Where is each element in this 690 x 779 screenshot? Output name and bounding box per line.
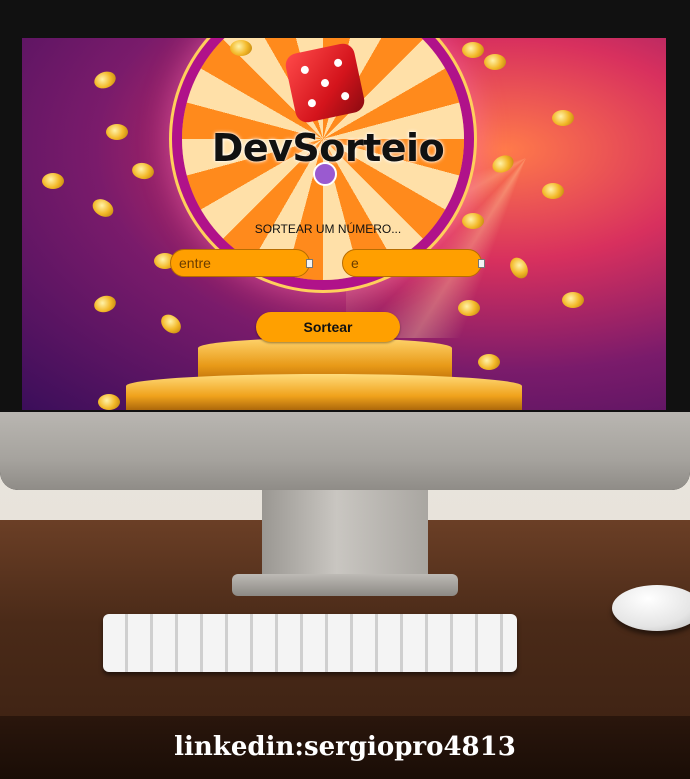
- coin-icon: [42, 173, 64, 189]
- podium-base: [126, 374, 522, 410]
- coin-icon: [478, 354, 500, 370]
- draw-button[interactable]: Sortear: [256, 312, 400, 342]
- min-number-stepper[interactable]: [306, 259, 313, 268]
- app-screen: DevSorteio SORTEAR UM NÚMERO... Sortear: [22, 38, 666, 410]
- linkedin-caption: linkedin:sergiopro4813: [174, 732, 516, 762]
- coin-icon: [91, 68, 119, 92]
- coin-icon: [98, 394, 120, 410]
- dice-icon: [283, 41, 367, 125]
- max-number-stepper[interactable]: [478, 259, 485, 268]
- coin-icon: [89, 195, 117, 221]
- coin-icon: [92, 293, 118, 315]
- coin-icon: [552, 110, 574, 126]
- coin-icon: [458, 300, 480, 316]
- monitor-chin: [0, 412, 690, 490]
- coin-icon: [484, 54, 506, 70]
- coin-icon: [157, 310, 185, 338]
- keyboard: [103, 614, 517, 672]
- coin-icon: [462, 42, 484, 58]
- page-subtitle: SORTEAR UM NÚMERO...: [254, 222, 402, 236]
- coin-icon: [542, 183, 564, 199]
- coin-icon: [230, 40, 252, 56]
- min-number-input[interactable]: [170, 249, 310, 277]
- app-logo: DevSorteio: [211, 126, 445, 170]
- monitor-stand: [262, 490, 428, 578]
- monitor-stand-base: [232, 574, 458, 596]
- max-number-input[interactable]: [342, 249, 482, 277]
- coin-icon: [562, 292, 584, 308]
